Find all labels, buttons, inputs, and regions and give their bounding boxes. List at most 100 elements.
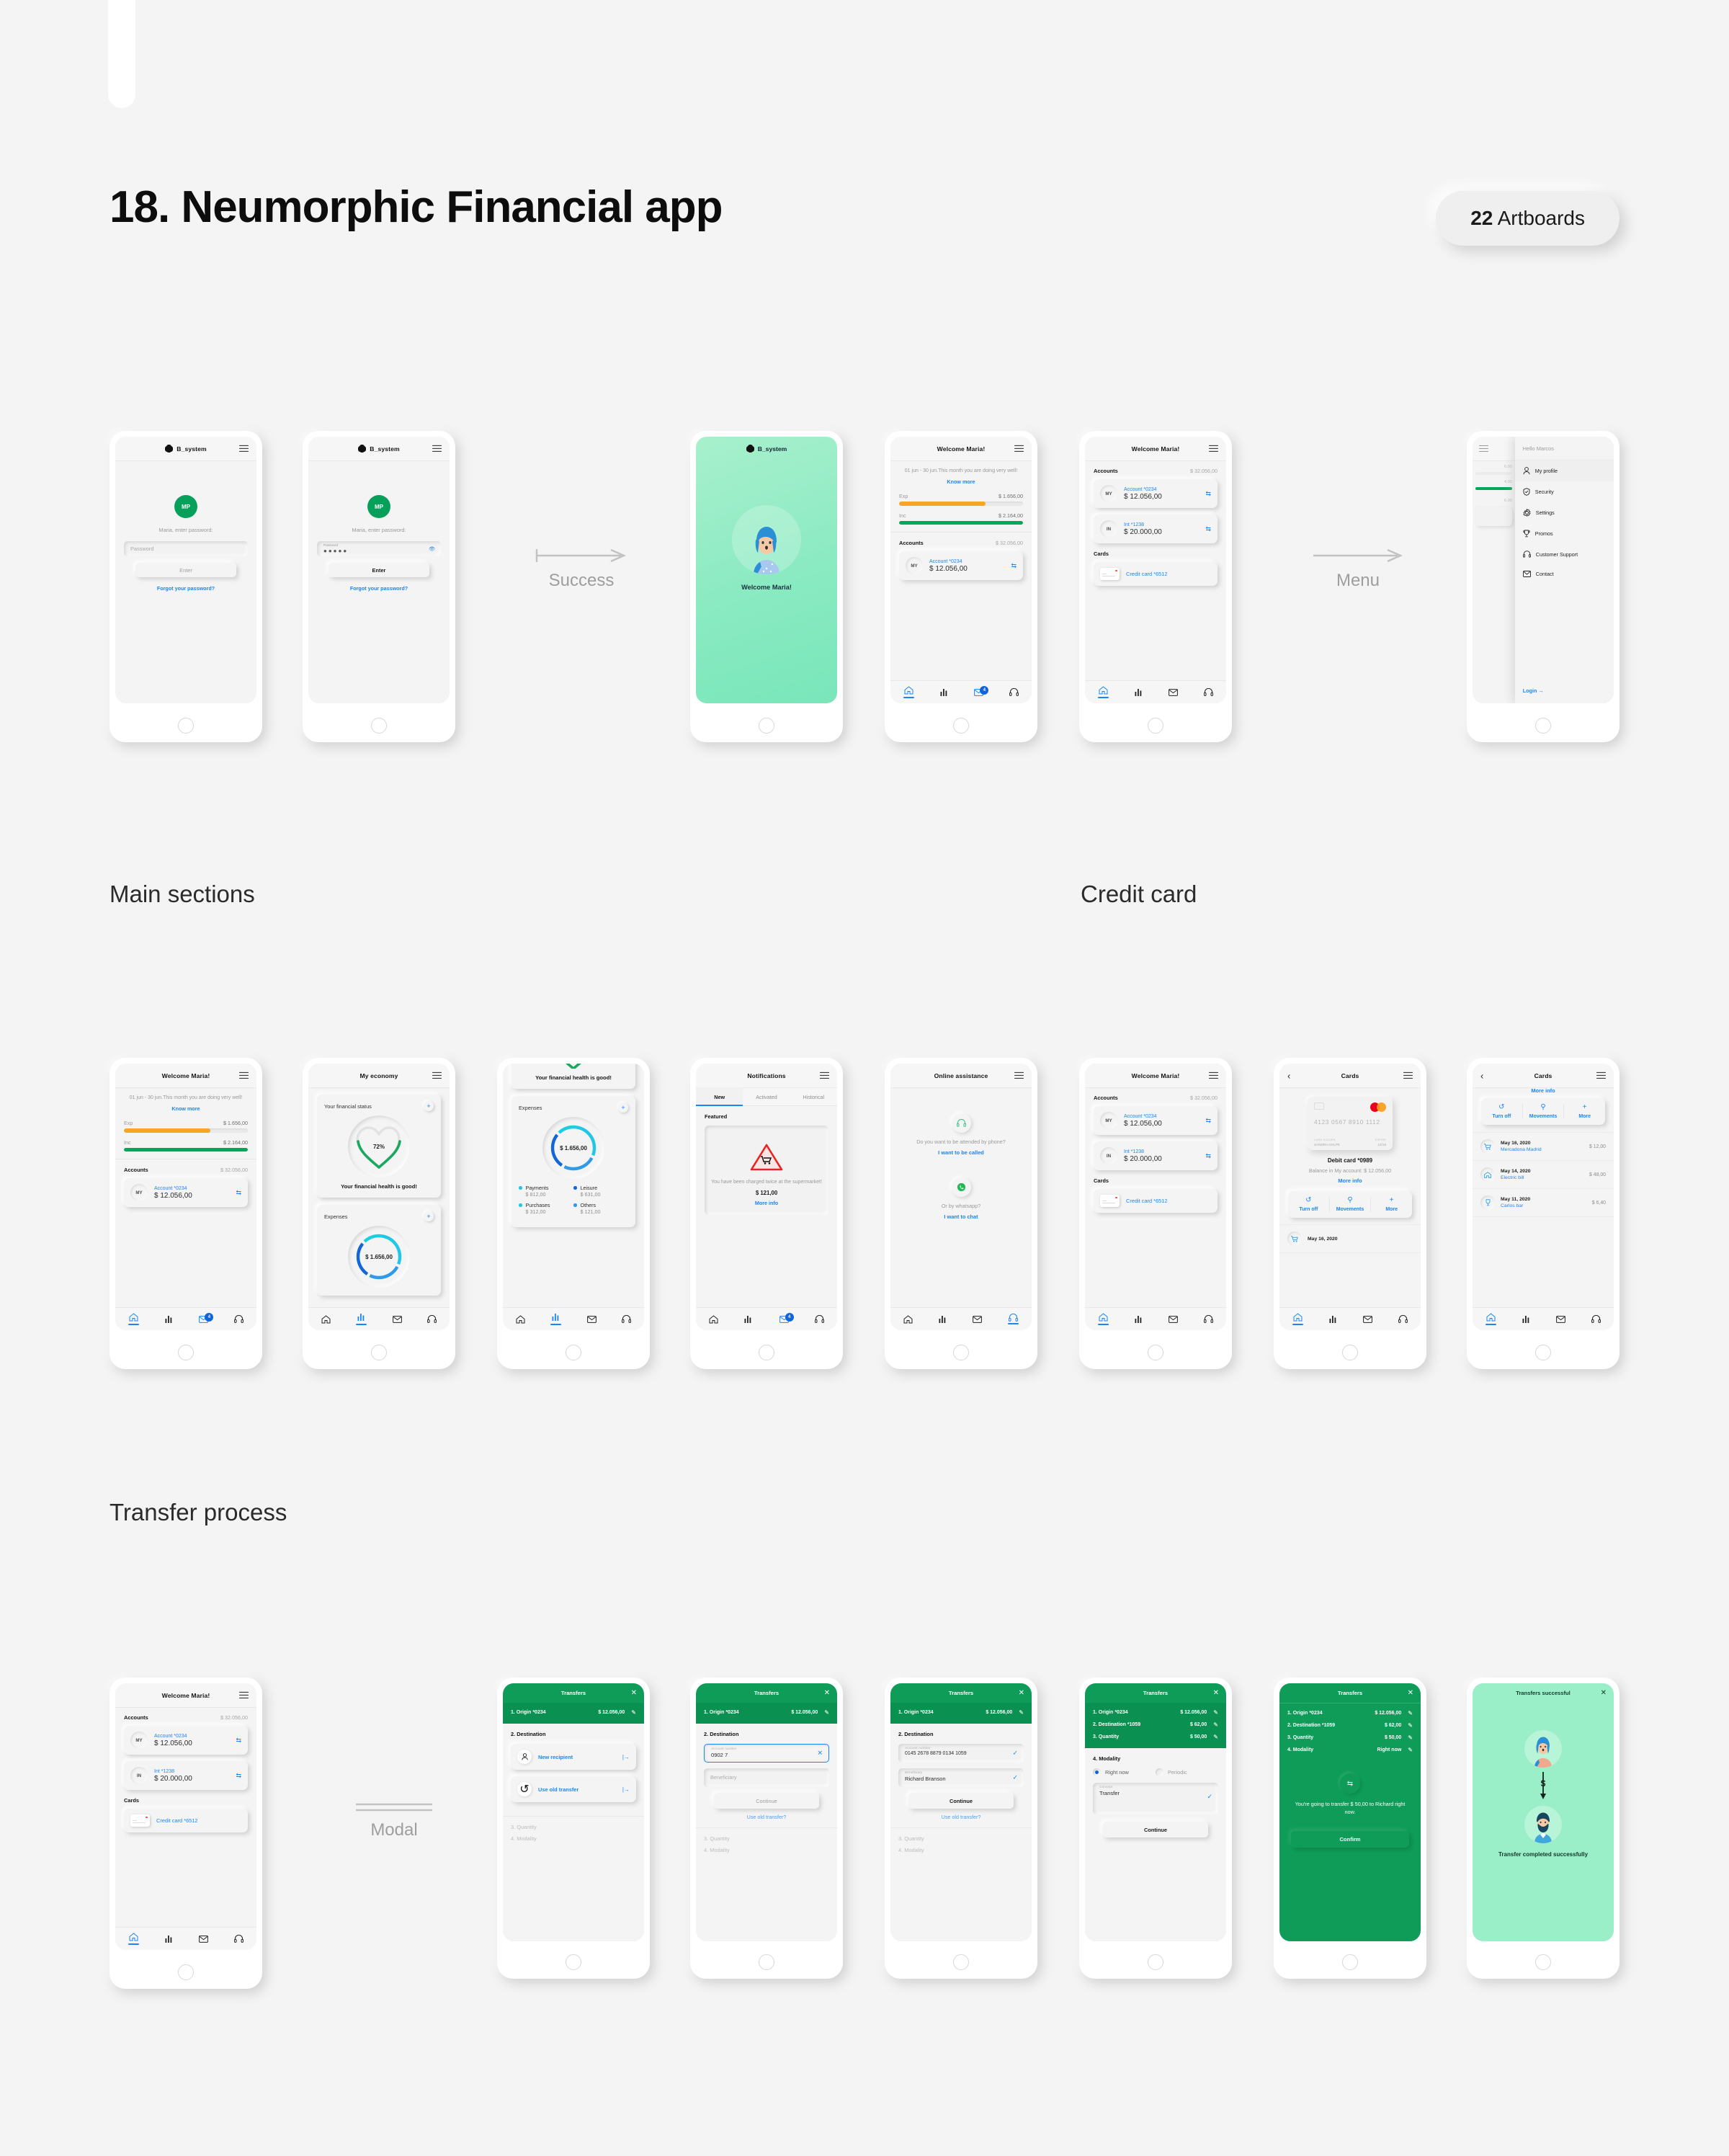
summary-origin[interactable]: 1. Origin *0234 $ 12.056,00 ✎ bbox=[1093, 1706, 1218, 1719]
close-icon[interactable]: ✕ bbox=[631, 1689, 637, 1697]
back-icon[interactable]: ‹ bbox=[1480, 1071, 1483, 1080]
transfer-icon[interactable]: ⇆ bbox=[1011, 562, 1017, 569]
menu-item-contact[interactable]: Contact bbox=[1515, 564, 1614, 584]
password-input[interactable]: Password ●●●●● 👁 bbox=[317, 541, 441, 556]
account-card[interactable]: MY Account *0234 $ 12.056,00 ⇆ bbox=[1094, 479, 1218, 508]
tab-home[interactable] bbox=[321, 1314, 331, 1324]
more-info-link[interactable]: More info bbox=[1481, 1087, 1605, 1092]
continue-button[interactable]: Continue bbox=[1103, 1822, 1208, 1838]
tab-home[interactable] bbox=[1097, 1313, 1109, 1325]
turn-off-action[interactable]: ↺ Turn off bbox=[1288, 1197, 1330, 1212]
menu-icon[interactable] bbox=[1596, 1070, 1606, 1080]
tab-economy[interactable] bbox=[165, 1935, 174, 1943]
menu-item-customer-support[interactable]: Customer Support bbox=[1515, 544, 1614, 564]
tab-economy[interactable] bbox=[940, 688, 949, 697]
home-button[interactable] bbox=[566, 1345, 581, 1360]
card-row[interactable]: Credit card *6512 bbox=[1094, 1189, 1218, 1213]
tab-support[interactable] bbox=[234, 1935, 244, 1943]
tab-economy[interactable] bbox=[356, 1313, 367, 1325]
account-number-input[interactable]: Account number 0145 2678 8879 0134 1059 … bbox=[898, 1744, 1024, 1763]
menu-item-settings[interactable]: Settings bbox=[1515, 502, 1614, 523]
close-icon[interactable]: ✕ bbox=[1601, 1689, 1607, 1697]
close-icon[interactable]: ✕ bbox=[1019, 1689, 1024, 1697]
menu-icon[interactable] bbox=[239, 1070, 249, 1080]
know-more-link[interactable]: Know more bbox=[899, 478, 1023, 485]
tab-home[interactable] bbox=[1485, 1313, 1496, 1325]
summary-quantity[interactable]: 3. Quantity $ 50,00 ✎ bbox=[1093, 1731, 1218, 1743]
tab-support[interactable] bbox=[814, 1315, 824, 1323]
tab-notifications[interactable] bbox=[199, 1935, 209, 1943]
tab-notifications[interactable] bbox=[392, 1315, 402, 1323]
close-icon[interactable]: ✕ bbox=[1213, 1689, 1219, 1697]
menu-item-my-profile[interactable]: My profile bbox=[1514, 460, 1614, 481]
tab-support[interactable] bbox=[1591, 1315, 1601, 1323]
add-icon[interactable]: + bbox=[424, 1211, 434, 1221]
enter-button[interactable]: Enter bbox=[135, 563, 236, 577]
card-row[interactable]: Credit card *6512 bbox=[1094, 562, 1218, 586]
tab-notifications[interactable] bbox=[586, 1315, 597, 1323]
back-icon[interactable]: ‹ bbox=[1287, 1071, 1290, 1080]
account-number-input[interactable]: Account number 0902 7 ✕ bbox=[704, 1744, 829, 1763]
edit-icon[interactable]: ✎ bbox=[1408, 1710, 1413, 1716]
home-button[interactable] bbox=[371, 718, 387, 734]
tab-notifications[interactable] bbox=[1556, 1315, 1566, 1323]
menu-icon[interactable] bbox=[1209, 1070, 1218, 1080]
tab-economy[interactable] bbox=[1522, 1315, 1531, 1324]
account-card[interactable]: MY Account *0234 $ 12.056,00 ⇆ bbox=[124, 1726, 248, 1755]
use-old-transfer-option[interactable]: ↺ Use old transfer |→ bbox=[511, 1776, 636, 1802]
enter-button[interactable]: Enter bbox=[329, 563, 429, 577]
summary-modality[interactable]: 4. Modality Right now ✎ bbox=[1287, 1744, 1413, 1756]
tab-notifications[interactable] bbox=[1169, 1315, 1179, 1323]
menu-icon[interactable] bbox=[239, 443, 249, 453]
tab-support[interactable] bbox=[1008, 1313, 1019, 1325]
show-password-icon[interactable]: 👁 bbox=[429, 546, 435, 552]
menu-icon[interactable] bbox=[432, 443, 442, 453]
home-button[interactable] bbox=[953, 718, 969, 734]
edit-icon[interactable]: ✎ bbox=[1408, 1722, 1413, 1729]
tab-economy[interactable] bbox=[1135, 688, 1143, 697]
tab-economy[interactable] bbox=[1135, 1315, 1143, 1324]
menu-icon[interactable] bbox=[1403, 1070, 1413, 1080]
concept-input[interactable]: Concept Transfer ✓ bbox=[1093, 1783, 1218, 1814]
edit-icon[interactable]: ✎ bbox=[631, 1709, 636, 1716]
know-more-link[interactable]: Know more bbox=[124, 1105, 248, 1112]
tab-economy[interactable] bbox=[165, 1315, 174, 1324]
summary-origin[interactable]: 1. Origin *0234 $ 12.056,00 ✎ bbox=[898, 1706, 1024, 1719]
home-button[interactable] bbox=[759, 718, 774, 734]
home-button[interactable] bbox=[1148, 1954, 1163, 1970]
call-me-link[interactable]: I want to be called bbox=[899, 1149, 1023, 1156]
add-icon[interactable]: + bbox=[618, 1102, 628, 1113]
continue-button[interactable]: Continue bbox=[714, 1793, 819, 1809]
movement-row[interactable]: May 14, 2020 Electric bill $ 48,00 bbox=[1473, 1161, 1614, 1189]
use-old-transfer-link[interactable]: Use old transfer? bbox=[898, 1814, 1024, 1820]
menu-login-link[interactable]: Login → bbox=[1523, 687, 1544, 694]
new-recipient-option[interactable]: New recipient |→ bbox=[511, 1744, 636, 1770]
movement-row[interactable]: May 16, 2020 bbox=[1279, 1224, 1421, 1253]
tab-home[interactable] bbox=[903, 686, 914, 698]
chat-link[interactable]: I want to chat bbox=[899, 1213, 1023, 1220]
edit-icon[interactable]: ✎ bbox=[1213, 1734, 1218, 1740]
transfer-icon[interactable]: ⇆ bbox=[1205, 1117, 1211, 1124]
home-button[interactable] bbox=[759, 1345, 774, 1360]
tab-support[interactable] bbox=[1204, 688, 1214, 696]
radio-periodic[interactable]: Periodic bbox=[1156, 1768, 1218, 1776]
transfer-icon[interactable]: ⇆ bbox=[236, 1189, 241, 1196]
more-info-link[interactable]: More info bbox=[711, 1200, 822, 1206]
movement-row[interactable]: May 16, 2020 Mercadona Madrid $ 12,00 bbox=[1473, 1133, 1614, 1161]
menu-icon[interactable] bbox=[1479, 443, 1488, 453]
more-info-link[interactable]: More info bbox=[1288, 1177, 1412, 1184]
transfer-icon[interactable]: ⇆ bbox=[236, 1772, 241, 1779]
tab-home[interactable] bbox=[709, 1314, 718, 1324]
tab-notifications[interactable] bbox=[1363, 1315, 1373, 1323]
tab-home[interactable] bbox=[1097, 686, 1109, 698]
tab-support[interactable] bbox=[1398, 1315, 1408, 1323]
tab-home[interactable] bbox=[1292, 1313, 1303, 1325]
summary-origin[interactable]: 1. Origin *0234 $ 12.056,00 ✎ bbox=[1287, 1707, 1413, 1719]
account-card[interactable]: MY Account *0234 $ 12.056,00 ⇆ bbox=[899, 551, 1023, 581]
tab-support[interactable] bbox=[1204, 1315, 1214, 1323]
home-button[interactable] bbox=[953, 1345, 969, 1360]
edit-icon[interactable]: ✎ bbox=[1408, 1734, 1413, 1741]
summary-quantity[interactable]: 3. Quantity $ 50,00 ✎ bbox=[1287, 1732, 1413, 1744]
tab-historical[interactable]: Historical bbox=[790, 1087, 837, 1105]
confirm-button[interactable]: Confirm bbox=[1291, 1830, 1409, 1848]
